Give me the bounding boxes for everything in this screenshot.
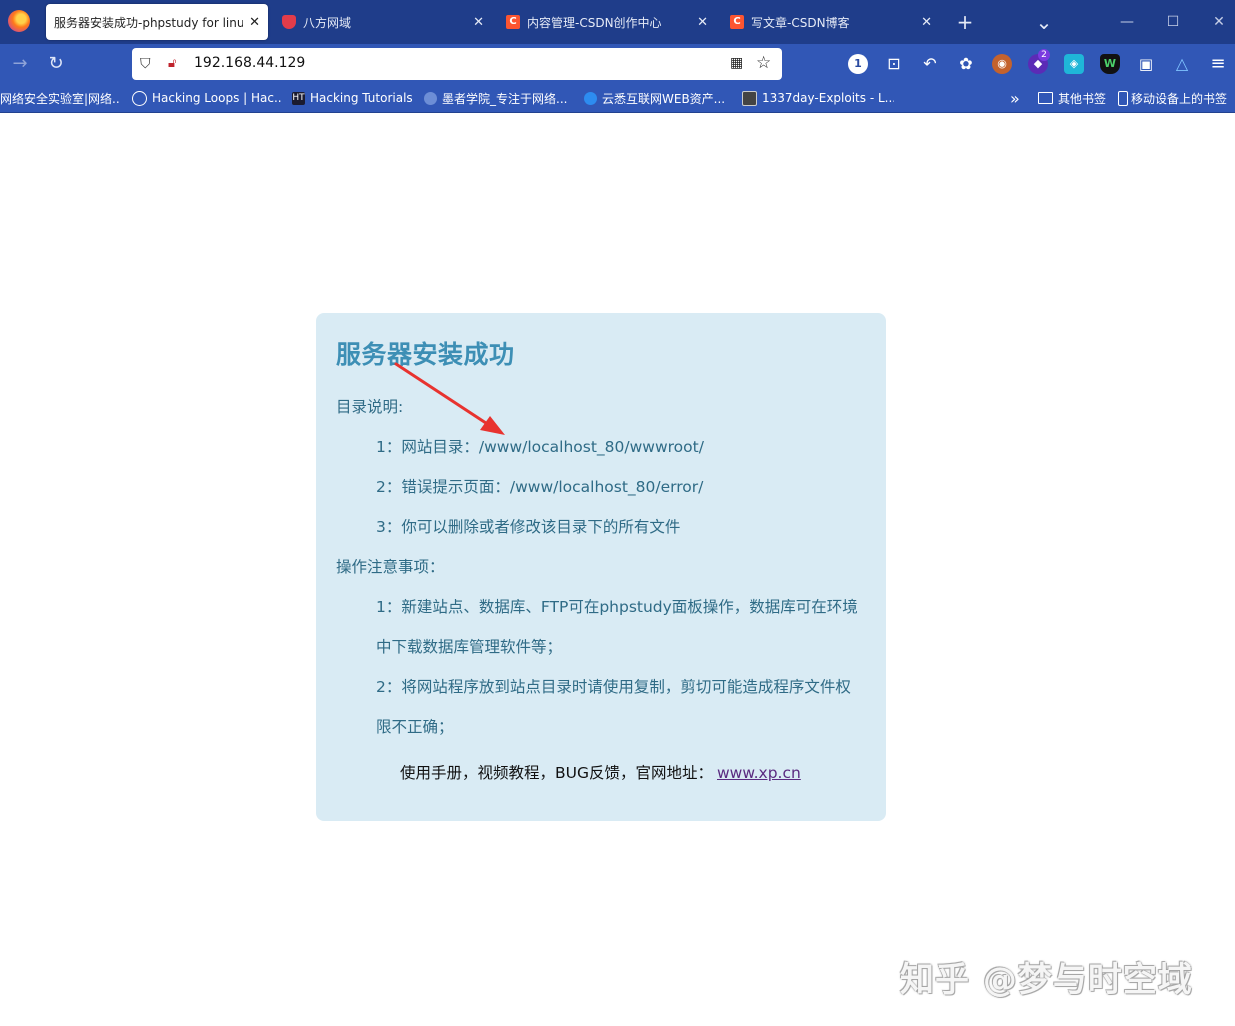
tab-csdn-content[interactable]: C 内容管理-CSDN创作中心 ✕ xyxy=(498,4,716,40)
screenshot-extension-icon[interactable]: ▣ xyxy=(1136,54,1156,74)
zhihu-watermark: 知乎 @梦与时空域 xyxy=(900,960,1193,1000)
install-success-panel: 服务器安装成功 目录说明: 1：网站目录：/www/localhost_80/w… xyxy=(316,313,886,821)
csdn-icon: C xyxy=(730,15,744,29)
tab-bafang[interactable]: 八方网域 ✕ xyxy=(274,4,492,40)
note-item: 2：将网站程序放到站点目录时请使用复制，剪切可能造成程序文件权 xyxy=(376,678,851,696)
bookmark-label: 1337day-Exploits - L... xyxy=(762,91,894,105)
forward-button[interactable]: → xyxy=(8,52,32,76)
navigation-toolbar: → ↻ ⛉ 🔓︎ 192.168.44.129 ▦ ☆ 1 ⊡ ↶ ✿ ◉ ◆ … xyxy=(0,44,1235,84)
tab-phpstudy[interactable]: 服务器安装成功-phpstudy for linu ✕ xyxy=(46,4,268,40)
note-item-continued: 中下载数据库管理软件等； xyxy=(376,638,563,656)
bookmark-star-icon[interactable]: ☆ xyxy=(756,54,774,72)
mobile-bookmarks-folder[interactable]: 移动设备上的书签 xyxy=(1118,89,1235,107)
maximize-button[interactable]: ☐ xyxy=(1159,8,1187,36)
globe-icon xyxy=(132,90,147,106)
bookmarks-toolbar: 网络安全实验室|网络... Hacking Loops | Hac... HT … xyxy=(0,84,1235,113)
app-menu-icon[interactable]: ≡ xyxy=(1208,54,1228,74)
w-extension-icon[interactable]: W xyxy=(1100,54,1120,74)
close-tab-icon[interactable]: ✕ xyxy=(249,15,260,30)
csdn-icon: C xyxy=(506,15,520,29)
mozhe-icon xyxy=(424,91,437,105)
bookmark-label: 网络安全实验室|网络... xyxy=(0,91,120,106)
tab-title: 八方网域 xyxy=(303,15,352,30)
insecure-lock-icon[interactable]: 🔓︎ xyxy=(168,56,180,72)
close-tab-icon[interactable]: ✕ xyxy=(697,15,708,30)
crop-extension-icon[interactable]: ⊡ xyxy=(884,54,904,74)
tab-title: 内容管理-CSDN创作中心 xyxy=(527,15,662,30)
bookmark-label: Hacking Loops | Hac... xyxy=(152,91,282,105)
folder-label: 其他书签 xyxy=(1058,91,1107,106)
directory-item: 1：网站目录：/www/localhost_80/wwwroot/ xyxy=(376,438,704,456)
note-item-continued: 限不正确； xyxy=(376,718,454,736)
bookmark-item[interactable]: 云悉互联网WEB资产... xyxy=(584,89,734,107)
directory-item: 2：错误提示页面：/www/localhost_80/error/ xyxy=(376,478,704,496)
bookmark-item[interactable]: Hacking Loops | Hac... xyxy=(132,89,282,107)
counter-extension-icon[interactable]: 1 xyxy=(848,54,868,74)
official-site-link[interactable]: www.xp.cn xyxy=(717,764,801,782)
firefox-logo-icon[interactable] xyxy=(8,10,30,32)
tracking-protection-icon[interactable]: ⛉ xyxy=(140,56,154,72)
tab-title: 服务器安装成功-phpstudy for linu xyxy=(54,15,244,30)
close-tab-icon[interactable]: ✕ xyxy=(921,15,932,30)
tab-bar: 服务器安装成功-phpstudy for linu ✕ 八方网域 ✕ C 内容管… xyxy=(0,0,1235,44)
address-bar[interactable]: ⛉ 🔓︎ 192.168.44.129 ▦ ☆ xyxy=(132,48,782,80)
close-window-button[interactable]: ✕ xyxy=(1205,8,1233,36)
bookmark-label: 云悉互联网WEB资产... xyxy=(602,91,726,106)
folder-label: 移动设备上的书签 xyxy=(1131,91,1228,106)
directory-item: 3：你可以删除或者修改该目录下的所有文件 xyxy=(376,518,681,536)
undo-extension-icon[interactable]: ↶ xyxy=(920,54,940,74)
list-tabs-button[interactable]: ⌄ xyxy=(1030,8,1058,36)
url-text[interactable]: 192.168.44.129 xyxy=(194,55,305,71)
proxy-extension-icon[interactable]: ◈ xyxy=(1064,54,1084,74)
minimize-button[interactable]: — xyxy=(1113,8,1141,36)
tab-csdn-write[interactable]: C 写文章-CSDN博客 ✕ xyxy=(722,4,940,40)
bookmark-item[interactable]: HT Hacking Tutorials xyxy=(292,89,416,107)
bookmark-item[interactable]: 1337day-Exploits - L... xyxy=(742,89,894,107)
directory-section-title: 目录说明: xyxy=(336,398,404,416)
folder-icon xyxy=(1038,92,1053,104)
bookmark-item[interactable]: 墨者学院_专注于网络... xyxy=(424,89,574,107)
footer-text: 使用手册，视频教程，BUG反馈，官网地址： xyxy=(400,764,713,782)
close-tab-icon[interactable]: ✕ xyxy=(473,15,484,30)
qr-code-icon[interactable]: ▦ xyxy=(730,55,746,71)
shield-icon xyxy=(282,15,296,29)
footer-line: 使用手册，视频教程，BUG反馈，官网地址： www.xp.cn xyxy=(400,761,801,783)
1337day-icon xyxy=(742,90,757,106)
extension-badge: 2 xyxy=(1038,49,1050,61)
notes-section-title: 操作注意事项： xyxy=(336,558,445,576)
other-bookmarks-folder[interactable]: 其他书签 xyxy=(1038,89,1110,107)
triangle-extension-icon[interactable]: △ xyxy=(1172,54,1192,74)
ht-icon: HT xyxy=(292,91,305,105)
reload-button[interactable]: ↻ xyxy=(44,52,68,76)
page-title: 服务器安装成功 xyxy=(336,340,515,369)
mobile-icon xyxy=(1118,90,1128,106)
bookmark-label: Hacking Tutorials xyxy=(310,91,413,105)
wappalyzer-extension-icon[interactable]: ◉ xyxy=(992,54,1012,74)
bookmark-label: 墨者学院_专注于网络... xyxy=(442,91,568,106)
yunxi-icon xyxy=(584,91,597,105)
tab-title: 写文章-CSDN博客 xyxy=(751,15,850,30)
bookmark-item[interactable]: 网络安全实验室|网络... xyxy=(0,89,120,107)
new-tab-button[interactable]: + xyxy=(951,8,979,36)
bookmarks-overflow-button[interactable]: » xyxy=(1010,89,1026,107)
cookie-extension-icon[interactable]: ✿ xyxy=(956,54,976,74)
note-item: 1：新建站点、数据库、FTP可在phpstudy面板操作，数据库可在环境 xyxy=(376,598,858,616)
